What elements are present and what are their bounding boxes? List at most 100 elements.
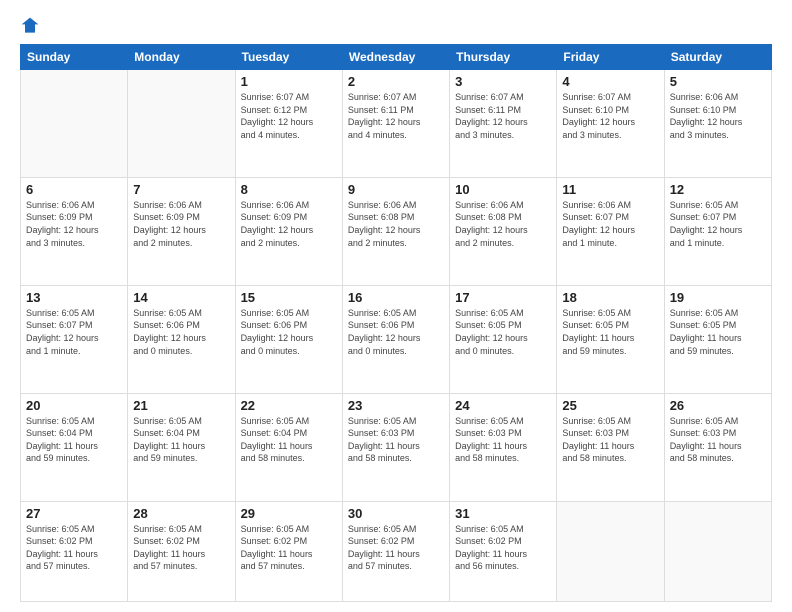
day-number: 11 xyxy=(562,182,658,197)
page: SundayMondayTuesdayWednesdayThursdayFrid… xyxy=(0,0,792,612)
day-info: Sunrise: 6:05 AM Sunset: 6:05 PM Dayligh… xyxy=(562,307,658,357)
day-info: Sunrise: 6:06 AM Sunset: 6:09 PM Dayligh… xyxy=(133,199,229,249)
day-number: 24 xyxy=(455,398,551,413)
day-number: 17 xyxy=(455,290,551,305)
calendar-day-cell: 21 Sunrise: 6:05 AM Sunset: 6:04 PM Dayli… xyxy=(128,393,235,501)
calendar-day-cell: 14 Sunrise: 6:05 AM Sunset: 6:06 PM Dayli… xyxy=(128,285,235,393)
header xyxy=(20,16,772,36)
calendar-day-cell: 1 Sunrise: 6:07 AM Sunset: 6:12 PM Daylig… xyxy=(235,70,342,178)
calendar-day-cell: 11 Sunrise: 6:06 AM Sunset: 6:07 PM Dayli… xyxy=(557,177,664,285)
calendar-week-row: 27 Sunrise: 6:05 AM Sunset: 6:02 PM Dayli… xyxy=(21,501,772,602)
calendar-day-cell: 29 Sunrise: 6:05 AM Sunset: 6:02 PM Dayli… xyxy=(235,501,342,602)
day-info: Sunrise: 6:07 AM Sunset: 6:12 PM Dayligh… xyxy=(241,91,337,141)
day-number: 26 xyxy=(670,398,766,413)
day-number: 1 xyxy=(241,74,337,89)
day-number: 14 xyxy=(133,290,229,305)
day-info: Sunrise: 6:06 AM Sunset: 6:08 PM Dayligh… xyxy=(348,199,444,249)
calendar-day-cell: 22 Sunrise: 6:05 AM Sunset: 6:04 PM Dayli… xyxy=(235,393,342,501)
day-number: 30 xyxy=(348,506,444,521)
day-info: Sunrise: 6:06 AM Sunset: 6:10 PM Dayligh… xyxy=(670,91,766,141)
calendar-week-row: 13 Sunrise: 6:05 AM Sunset: 6:07 PM Dayli… xyxy=(21,285,772,393)
day-of-week-header: Thursday xyxy=(450,45,557,70)
calendar-day-cell: 24 Sunrise: 6:05 AM Sunset: 6:03 PM Dayli… xyxy=(450,393,557,501)
calendar-day-cell: 15 Sunrise: 6:05 AM Sunset: 6:06 PM Dayli… xyxy=(235,285,342,393)
day-info: Sunrise: 6:05 AM Sunset: 6:06 PM Dayligh… xyxy=(348,307,444,357)
logo-icon xyxy=(20,16,40,36)
calendar-day-cell xyxy=(664,501,771,602)
calendar-day-cell: 12 Sunrise: 6:05 AM Sunset: 6:07 PM Dayli… xyxy=(664,177,771,285)
day-info: Sunrise: 6:05 AM Sunset: 6:04 PM Dayligh… xyxy=(133,415,229,465)
day-number: 21 xyxy=(133,398,229,413)
calendar-day-cell: 18 Sunrise: 6:05 AM Sunset: 6:05 PM Dayli… xyxy=(557,285,664,393)
day-number: 22 xyxy=(241,398,337,413)
day-info: Sunrise: 6:07 AM Sunset: 6:11 PM Dayligh… xyxy=(348,91,444,141)
calendar-day-cell: 30 Sunrise: 6:05 AM Sunset: 6:02 PM Dayli… xyxy=(342,501,449,602)
day-number: 15 xyxy=(241,290,337,305)
calendar-day-cell: 8 Sunrise: 6:06 AM Sunset: 6:09 PM Daylig… xyxy=(235,177,342,285)
calendar-day-cell: 31Sunrise: 6:05 AM Sunset: 6:02 PM Dayli… xyxy=(450,501,557,602)
calendar-day-cell: 9 Sunrise: 6:06 AM Sunset: 6:08 PM Daylig… xyxy=(342,177,449,285)
day-info: Sunrise: 6:05 AM Sunset: 6:03 PM Dayligh… xyxy=(670,415,766,465)
day-number: 20 xyxy=(26,398,122,413)
day-info: Sunrise: 6:05 AM Sunset: 6:02 PM Dayligh… xyxy=(241,523,337,573)
day-number: 13 xyxy=(26,290,122,305)
calendar-day-cell: 27 Sunrise: 6:05 AM Sunset: 6:02 PM Dayli… xyxy=(21,501,128,602)
calendar-day-cell: 17 Sunrise: 6:05 AM Sunset: 6:05 PM Dayli… xyxy=(450,285,557,393)
day-info: Sunrise: 6:05 AM Sunset: 6:04 PM Dayligh… xyxy=(26,415,122,465)
day-info: Sunrise: 6:07 AM Sunset: 6:10 PM Dayligh… xyxy=(562,91,658,141)
day-info: Sunrise: 6:05 AM Sunset: 6:06 PM Dayligh… xyxy=(241,307,337,357)
day-of-week-header: Saturday xyxy=(664,45,771,70)
day-info: Sunrise: 6:05 AM Sunset: 6:04 PM Dayligh… xyxy=(241,415,337,465)
day-info: Sunrise: 6:05 AM Sunset: 6:05 PM Dayligh… xyxy=(455,307,551,357)
day-info: Sunrise: 6:06 AM Sunset: 6:09 PM Dayligh… xyxy=(26,199,122,249)
day-number: 7 xyxy=(133,182,229,197)
calendar-day-cell xyxy=(21,70,128,178)
day-of-week-header: Tuesday xyxy=(235,45,342,70)
calendar-week-row: 6 Sunrise: 6:06 AM Sunset: 6:09 PM Daylig… xyxy=(21,177,772,285)
day-info: Sunrise: 6:05 AM Sunset: 6:07 PM Dayligh… xyxy=(670,199,766,249)
calendar-day-cell: 19Sunrise: 6:05 AM Sunset: 6:05 PM Dayli… xyxy=(664,285,771,393)
calendar-week-row: 20 Sunrise: 6:05 AM Sunset: 6:04 PM Dayli… xyxy=(21,393,772,501)
day-info: Sunrise: 6:06 AM Sunset: 6:09 PM Dayligh… xyxy=(241,199,337,249)
day-number: 29 xyxy=(241,506,337,521)
calendar-day-cell: 13 Sunrise: 6:05 AM Sunset: 6:07 PM Dayli… xyxy=(21,285,128,393)
logo xyxy=(20,16,44,36)
calendar-day-cell: 16 Sunrise: 6:05 AM Sunset: 6:06 PM Dayli… xyxy=(342,285,449,393)
day-number: 16 xyxy=(348,290,444,305)
day-number: 10 xyxy=(455,182,551,197)
calendar-day-cell: 2 Sunrise: 6:07 AM Sunset: 6:11 PM Daylig… xyxy=(342,70,449,178)
day-of-week-header: Monday xyxy=(128,45,235,70)
calendar-day-cell: 6 Sunrise: 6:06 AM Sunset: 6:09 PM Daylig… xyxy=(21,177,128,285)
calendar: SundayMondayTuesdayWednesdayThursdayFrid… xyxy=(20,44,772,602)
day-info: Sunrise: 6:05 AM Sunset: 6:03 PM Dayligh… xyxy=(562,415,658,465)
day-info: Sunrise: 6:05 AM Sunset: 6:05 PM Dayligh… xyxy=(670,307,766,357)
calendar-day-cell: 20 Sunrise: 6:05 AM Sunset: 6:04 PM Dayli… xyxy=(21,393,128,501)
day-number: 25 xyxy=(562,398,658,413)
day-number: 2 xyxy=(348,74,444,89)
day-number: 23 xyxy=(348,398,444,413)
day-number: 18 xyxy=(562,290,658,305)
day-number: 31 xyxy=(455,506,551,521)
day-number: 5 xyxy=(670,74,766,89)
day-number: 12 xyxy=(670,182,766,197)
calendar-day-cell xyxy=(557,501,664,602)
day-of-week-header: Wednesday xyxy=(342,45,449,70)
day-info: Sunrise: 6:06 AM Sunset: 6:08 PM Dayligh… xyxy=(455,199,551,249)
day-number: 6 xyxy=(26,182,122,197)
calendar-week-row: 1 Sunrise: 6:07 AM Sunset: 6:12 PM Daylig… xyxy=(21,70,772,178)
day-info: Sunrise: 6:05 AM Sunset: 6:02 PM Dayligh… xyxy=(26,523,122,573)
day-info: Sunrise: 6:05 AM Sunset: 6:06 PM Dayligh… xyxy=(133,307,229,357)
calendar-day-cell: 28Sunrise: 6:05 AM Sunset: 6:02 PM Dayli… xyxy=(128,501,235,602)
day-number: 27 xyxy=(26,506,122,521)
day-info: Sunrise: 6:05 AM Sunset: 6:03 PM Dayligh… xyxy=(455,415,551,465)
day-info: Sunrise: 6:06 AM Sunset: 6:07 PM Dayligh… xyxy=(562,199,658,249)
calendar-day-cell: 26 Sunrise: 6:05 AM Sunset: 6:03 PM Dayli… xyxy=(664,393,771,501)
calendar-day-cell: 5 Sunrise: 6:06 AM Sunset: 6:10 PM Daylig… xyxy=(664,70,771,178)
day-number: 8 xyxy=(241,182,337,197)
day-of-week-header: Friday xyxy=(557,45,664,70)
calendar-header-row: SundayMondayTuesdayWednesdayThursdayFrid… xyxy=(21,45,772,70)
day-info: Sunrise: 6:05 AM Sunset: 6:07 PM Dayligh… xyxy=(26,307,122,357)
day-info: Sunrise: 6:05 AM Sunset: 6:02 PM Dayligh… xyxy=(348,523,444,573)
calendar-day-cell xyxy=(128,70,235,178)
day-number: 9 xyxy=(348,182,444,197)
